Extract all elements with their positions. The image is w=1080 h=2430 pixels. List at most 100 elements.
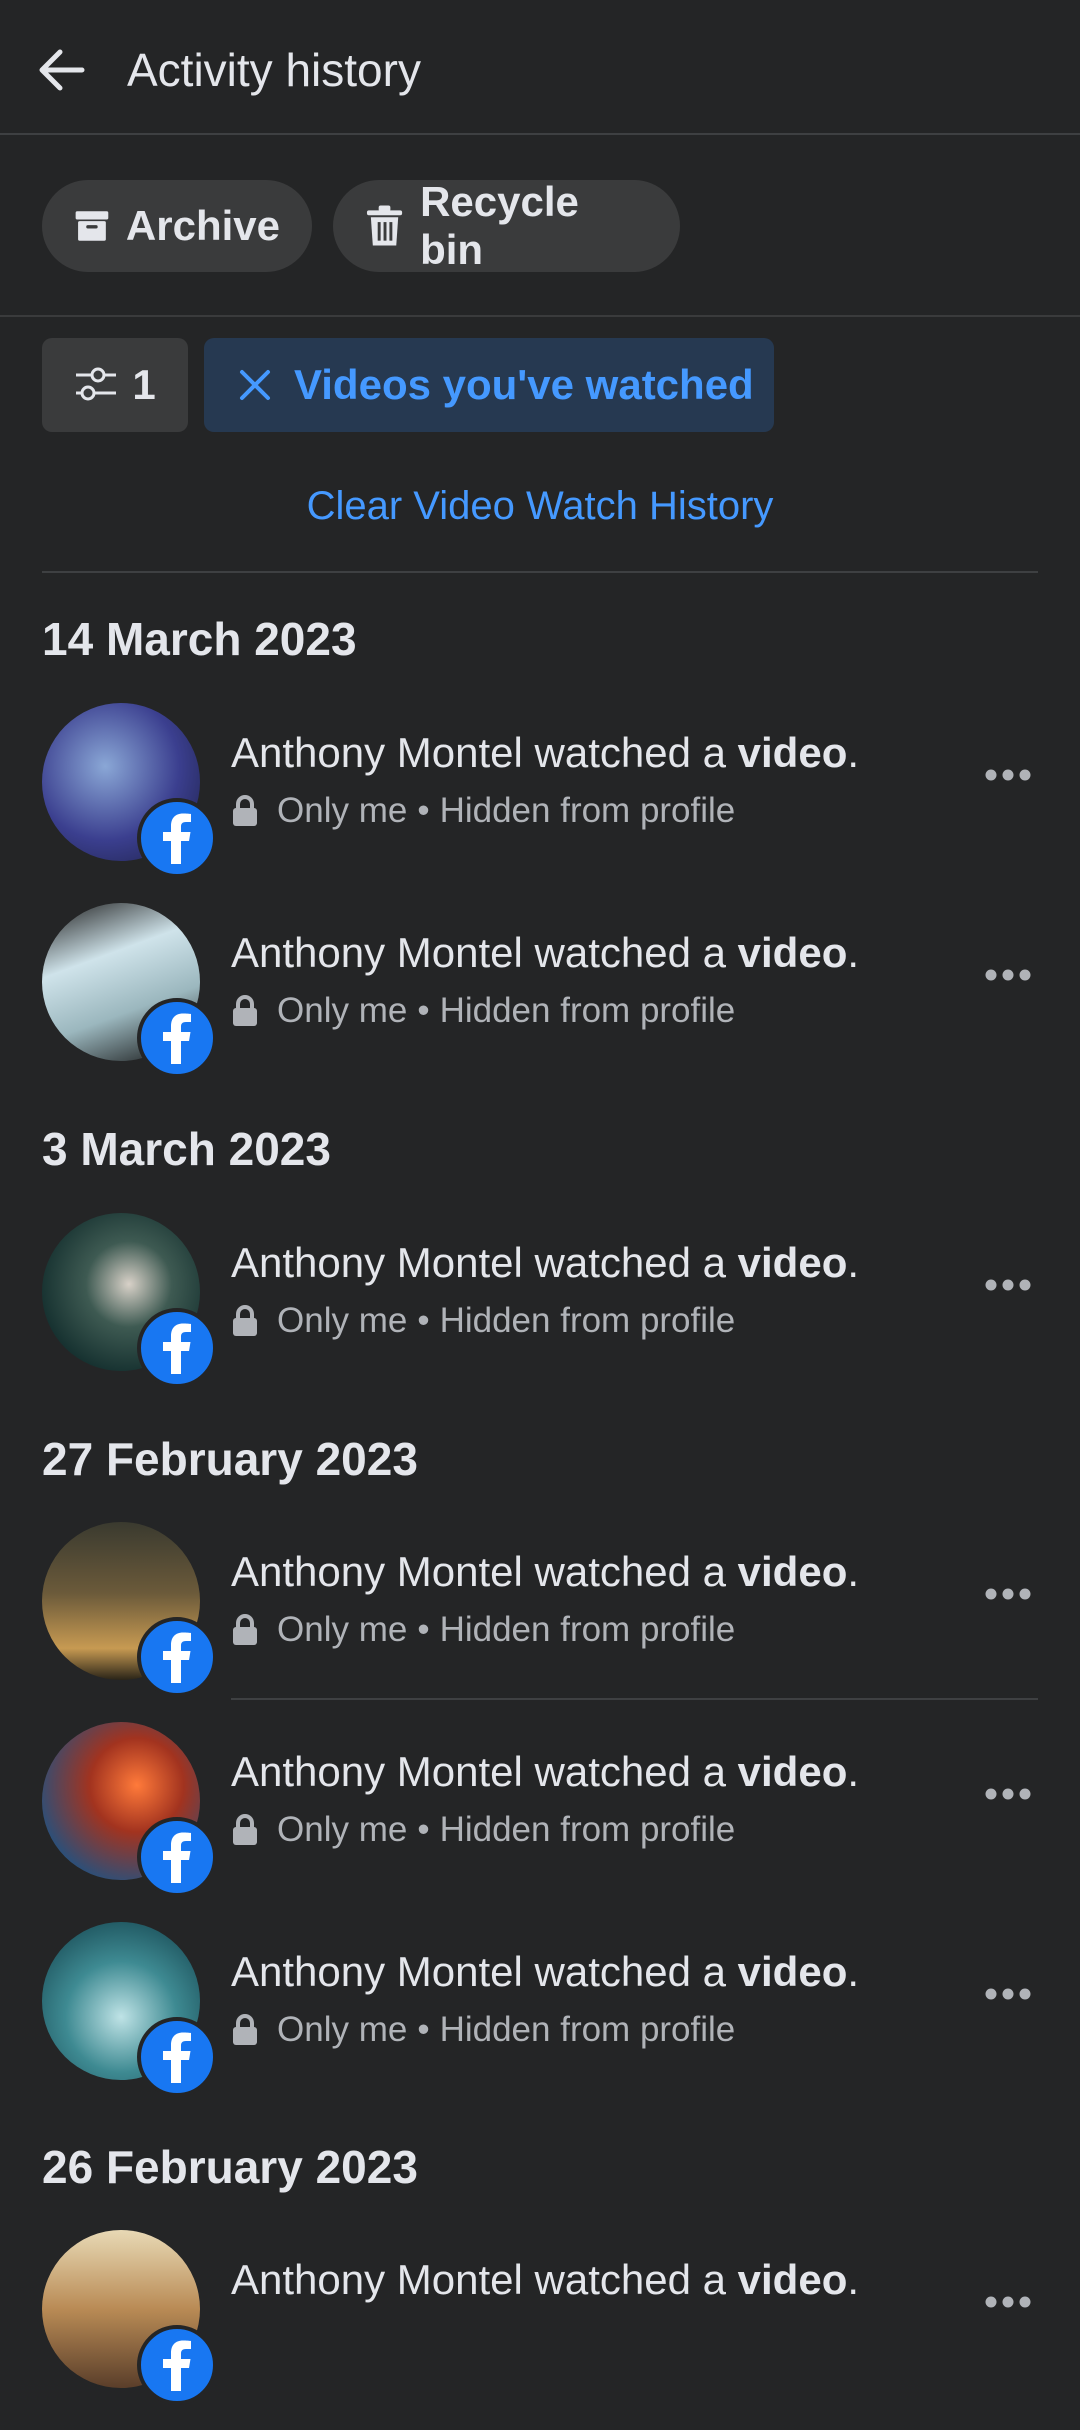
facebook-logo-icon (137, 998, 217, 1078)
activity-text: Anthony Montel watched a video. Only me • H… (231, 1746, 859, 1850)
activity-text: Anthony Montel watched a video. Only me • H… (231, 1237, 859, 1341)
activity-row[interactable]: Anthony Montel watched a video. Only me • H… (0, 1213, 1080, 1413)
more-horizontal-icon[interactable] (984, 1584, 1032, 1604)
activity-meta: Only me • Hidden from profile (231, 2010, 859, 2050)
activity-meta: Only me • Hidden from profile (231, 791, 859, 831)
activity-actor: Anthony Montel watched a (231, 1748, 738, 1795)
privacy-label: Only me (277, 1301, 408, 1340)
activity-end: . (847, 1948, 860, 1995)
divider (42, 571, 1038, 573)
more-horizontal-icon[interactable] (984, 965, 1032, 985)
activity-actor: Anthony Montel watched a (231, 1548, 738, 1595)
more-horizontal-icon[interactable] (984, 2292, 1032, 2312)
activity-end: . (847, 2256, 860, 2303)
activity-row[interactable]: Anthony Montel watched a video. Only me • H… (0, 1522, 1080, 1722)
activity-row[interactable]: Anthony Montel watched a video. (0, 2230, 1080, 2430)
date-heading: 3 March 2023 (42, 1123, 331, 1175)
activity-text: Anthony Montel watched a video. (231, 2254, 859, 2306)
close-icon[interactable] (238, 368, 272, 402)
visibility-label: Hidden from profile (439, 1810, 736, 1849)
lock-icon (233, 995, 257, 1026)
visibility-label: Hidden from profile (439, 1301, 736, 1340)
activity-end: . (847, 1239, 860, 1286)
meta-separator: • (417, 991, 430, 1030)
activity-object[interactable]: video (738, 729, 848, 776)
meta-separator: • (417, 1810, 430, 1849)
lock-icon (233, 795, 257, 826)
activity-row[interactable]: Anthony Montel watched a video. Only me • H… (0, 1922, 1080, 2122)
lock-icon (233, 1614, 257, 1645)
activity-title: Anthony Montel watched a video. (231, 1946, 859, 1998)
date-heading: 14 March 2023 (42, 613, 357, 665)
meta-separator: • (417, 1301, 430, 1340)
lock-icon (233, 2014, 257, 2045)
more-horizontal-icon[interactable] (984, 1784, 1032, 1804)
activity-title: Anthony Montel watched a video. (231, 927, 859, 979)
activity-title: Anthony Montel watched a video. (231, 2254, 859, 2306)
archive-box-icon (75, 211, 109, 241)
activity-object[interactable]: video (738, 1548, 848, 1595)
facebook-logo-icon (137, 2017, 217, 2097)
facebook-logo-icon (137, 1308, 217, 1388)
filter-bar: 1 Videos you've watched (0, 338, 1080, 434)
filter-settings-button[interactable]: 1 (42, 338, 188, 432)
archive-button[interactable]: Archive (42, 180, 312, 272)
privacy-label: Only me (277, 1610, 408, 1649)
recycle-bin-label: Recycle bin (420, 178, 579, 273)
activity-actor: Anthony Montel watched a (231, 929, 738, 976)
activity-end: . (847, 1748, 860, 1795)
activity-end: . (847, 1548, 860, 1595)
active-filter-chip[interactable]: Videos you've watched (204, 338, 774, 432)
date-heading: 27 February 2023 (42, 1433, 418, 1485)
activity-object[interactable]: video (738, 2256, 848, 2303)
activity-object[interactable]: video (738, 1239, 848, 1286)
recycle-bin-button[interactable]: Recycle bin (333, 178, 680, 273)
facebook-logo-icon (137, 1817, 217, 1897)
date-heading: 26 February 2023 (42, 2141, 418, 2193)
more-horizontal-icon[interactable] (984, 1275, 1032, 1295)
activity-actor: Anthony Montel watched a (231, 729, 738, 776)
activity-meta: Only me • Hidden from profile (231, 1301, 859, 1341)
visibility-label: Hidden from profile (439, 791, 736, 830)
activity-object[interactable]: video (738, 1948, 848, 1995)
activity-end: . (847, 929, 860, 976)
privacy-label: Only me (277, 2010, 408, 2049)
activity-text: Anthony Montel watched a video. Only me • H… (231, 1546, 859, 1650)
activity-row[interactable]: Anthony Montel watched a video. Only me • H… (0, 1722, 1080, 1922)
archive-label: Archive (125, 202, 280, 249)
facebook-logo-icon (137, 2325, 217, 2405)
privacy-label: Only me (277, 991, 408, 1030)
meta-separator: • (417, 791, 430, 830)
activity-object[interactable]: video (738, 929, 848, 976)
activity-object[interactable]: video (738, 1748, 848, 1795)
activity-text: Anthony Montel watched a video. Only me • H… (231, 1946, 859, 2050)
activity-meta: Only me • Hidden from profile (231, 1610, 859, 1650)
visibility-label: Hidden from profile (439, 1610, 736, 1649)
activity-meta: Only me • Hidden from profile (231, 991, 859, 1031)
more-horizontal-icon[interactable] (984, 1984, 1032, 2004)
lock-icon (233, 1814, 257, 1845)
more-horizontal-icon[interactable] (984, 765, 1032, 785)
activity-text: Anthony Montel watched a video. Only me • H… (231, 927, 859, 1031)
visibility-label: Hidden from profile (439, 2010, 736, 2049)
app-header: Activity history (0, 0, 1080, 135)
top-actions: Archive Recycle bin (0, 135, 1080, 317)
activity-title: Anthony Montel watched a video. (231, 727, 859, 779)
clear-watch-history-link[interactable]: Clear Video Watch History (0, 484, 1080, 529)
activity-row[interactable]: Anthony Montel watched a video. Only me • H… (0, 903, 1080, 1103)
filter-count: 1 (132, 361, 156, 408)
facebook-logo-icon (137, 1617, 217, 1697)
activity-actor: Anthony Montel watched a (231, 1948, 738, 1995)
visibility-label: Hidden from profile (439, 991, 736, 1030)
sliders-icon (76, 367, 117, 401)
activity-text: Anthony Montel watched a video. Only me • H… (231, 727, 859, 831)
facebook-logo-icon (137, 798, 217, 878)
lock-icon (233, 1305, 257, 1336)
active-filter-label: Videos you've watched (294, 361, 754, 408)
arrow-left-icon[interactable] (30, 38, 94, 102)
activity-actor: Anthony Montel watched a (231, 2256, 738, 2303)
activity-row[interactable]: Anthony Montel watched a video. Only me • H… (0, 703, 1080, 903)
activity-end: . (847, 729, 860, 776)
page-title: Activity history (127, 44, 421, 96)
activity-actor: Anthony Montel watched a (231, 1239, 738, 1286)
